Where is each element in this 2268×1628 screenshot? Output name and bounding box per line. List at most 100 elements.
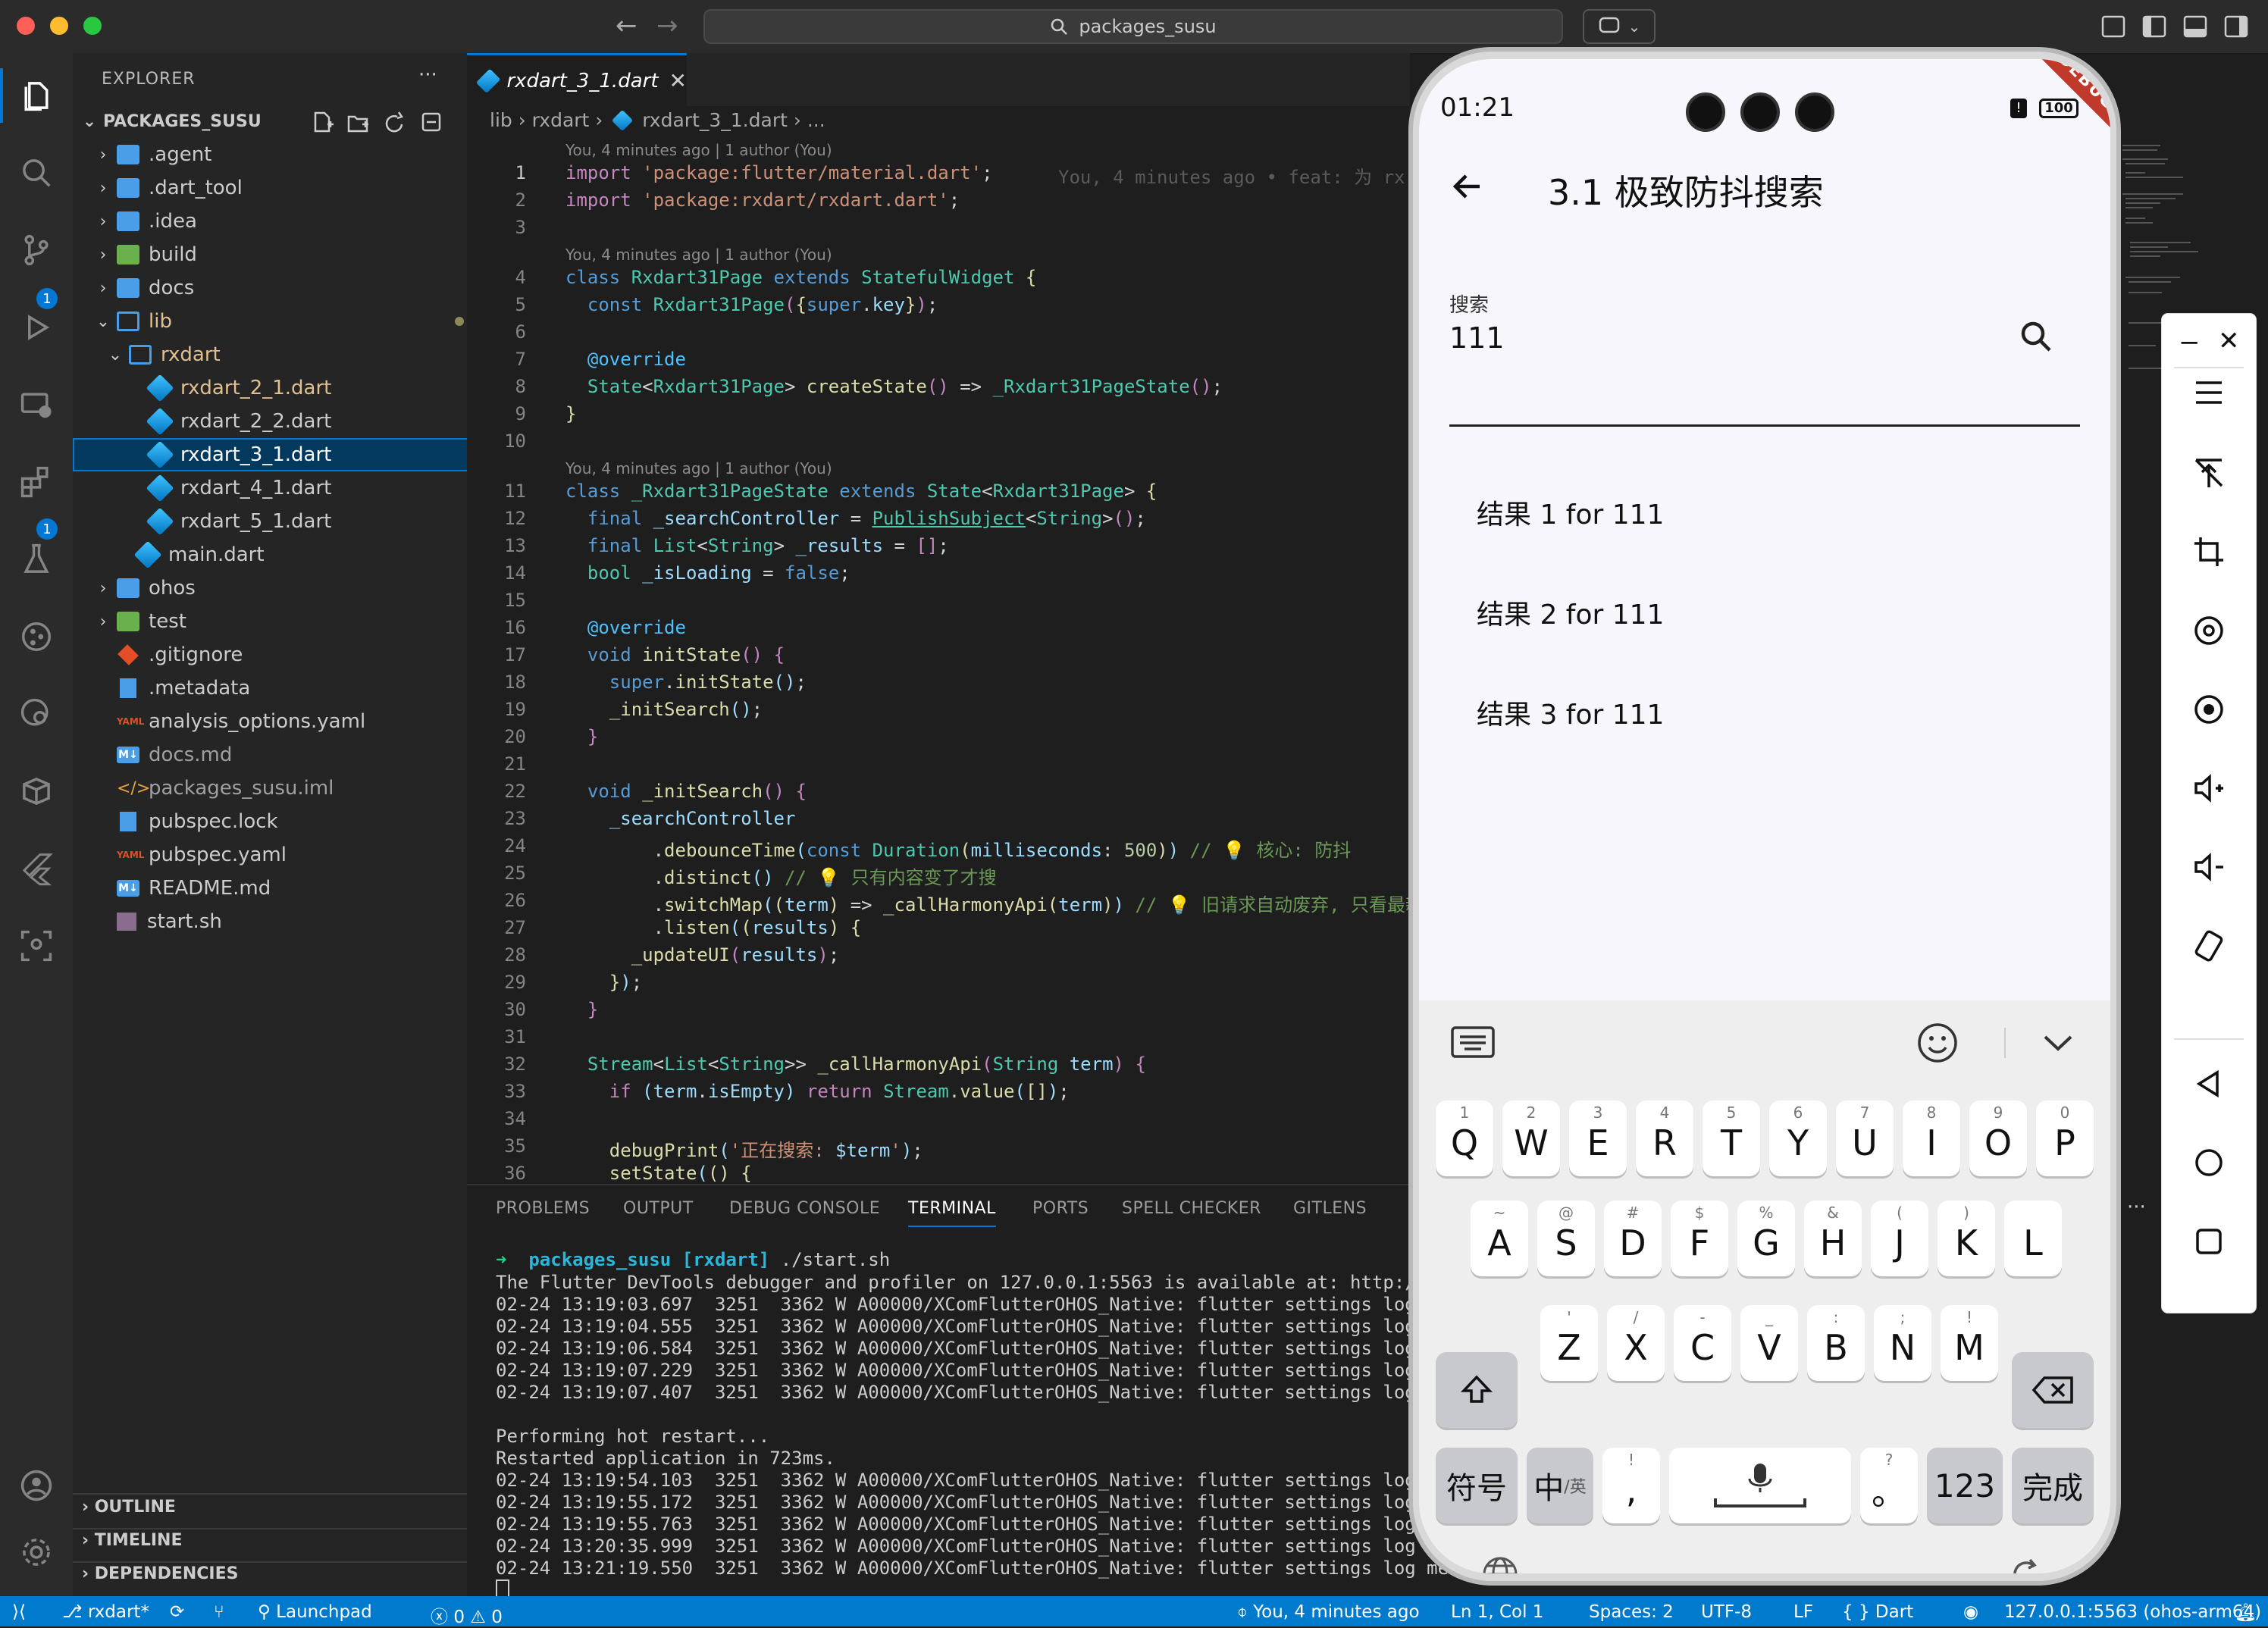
backspace-key[interactable] xyxy=(2012,1352,2094,1428)
keyboard-collapse-chevron-icon[interactable] xyxy=(2041,1028,2075,1061)
rotate-icon[interactable] xyxy=(2007,1555,2045,1573)
git-graph-icon[interactable]: ⑂ xyxy=(214,1602,224,1622)
tree-item-readme[interactable]: M↓ README.md xyxy=(73,872,511,905)
record-icon[interactable] xyxy=(2179,608,2239,653)
period-key[interactable]: ?。 xyxy=(1860,1448,1918,1523)
dependencies-section[interactable]: › DEPENDENCIES xyxy=(82,1564,239,1583)
nav-back-icon[interactable] xyxy=(2179,1061,2239,1107)
tree-item-rxdart[interactable]: ⌄ rxdart xyxy=(73,338,502,371)
blame-status[interactable]: ⌽ You, 4 minutes ago xyxy=(1237,1602,1420,1622)
result-item-1[interactable]: 结果 1 for 111 xyxy=(1477,493,1664,532)
globe-icon[interactable] xyxy=(1481,1555,1519,1573)
key-e[interactable]: 3E xyxy=(1569,1100,1627,1176)
extensions-icon[interactable] xyxy=(15,461,58,503)
tree-item-ohos[interactable]: › ohos xyxy=(73,571,490,605)
tab-problems[interactable]: PROBLEMS xyxy=(496,1199,590,1218)
result-item-3[interactable]: 结果 3 for 111 xyxy=(1477,693,1664,732)
minimize-emulator-icon[interactable]: − xyxy=(2179,327,2201,358)
tree-item-agent[interactable]: › .agent xyxy=(73,138,490,171)
minimize-window-button[interactable] xyxy=(50,17,68,35)
close-window-button[interactable] xyxy=(17,17,35,35)
key-y[interactable]: 6Y xyxy=(1769,1100,1827,1176)
breadcrumb-lib[interactable]: lib xyxy=(490,109,512,131)
language-status[interactable]: { } Dart xyxy=(1842,1602,1913,1622)
key-p[interactable]: 0P xyxy=(2036,1100,2094,1176)
tab-output[interactable]: OUTPUT xyxy=(623,1199,694,1218)
problems-status[interactable]: ⓧ 0 ⚠ 0 xyxy=(431,1602,503,1628)
nav-home-icon[interactable] xyxy=(2179,1140,2239,1185)
nav-recents-icon[interactable] xyxy=(2179,1219,2239,1264)
key-n[interactable]: ; N xyxy=(1874,1305,1931,1381)
testing-flask-icon[interactable] xyxy=(15,538,58,581)
key-m[interactable]: ! M xyxy=(1941,1305,1998,1381)
keyboard-clipboard-icon[interactable] xyxy=(1449,1023,1496,1064)
breadcrumb-rxdart[interactable]: rxdart xyxy=(532,109,590,131)
close-tab-icon[interactable]: ✕ xyxy=(669,68,687,93)
launchpad-status[interactable]: ⚲ Launchpad xyxy=(258,1602,372,1622)
search-icon[interactable] xyxy=(2018,318,2054,358)
code-editor[interactable]: 1 2 3 4 5 6 7 8 9 10 11 12 13 14 15 16 17 18 19 20 21 22 23 24 2… xyxy=(467,141,1410,1184)
run-debug-icon[interactable] xyxy=(15,306,58,349)
encoding-status[interactable]: UTF-8 xyxy=(1701,1602,1752,1622)
key-b[interactable]: :B xyxy=(1807,1305,1865,1381)
numbers-key[interactable]: 123 xyxy=(1927,1448,2003,1523)
device-status[interactable]: 127.0.0.1:5563 (ohos-arm64) xyxy=(2004,1602,2261,1622)
tree-item-start-sh[interactable]: start.sh xyxy=(73,905,511,938)
key-r[interactable]: 4R xyxy=(1636,1100,1693,1176)
crop-icon[interactable] xyxy=(2179,529,2239,574)
tree-item-docs[interactable]: › docs xyxy=(73,271,490,305)
tab-ports[interactable]: PORTS xyxy=(1032,1199,1089,1218)
account-icon[interactable] xyxy=(15,1464,58,1507)
copilot-menu[interactable]: ⌄ xyxy=(1583,9,1656,44)
search-field[interactable]: 搜索 111 xyxy=(1449,279,2080,427)
panel-more-icon[interactable]: ··· xyxy=(2127,1196,2146,1219)
key-j[interactable]: (J xyxy=(1871,1201,1928,1276)
settings-gear-icon[interactable] xyxy=(15,1531,58,1573)
menu-icon[interactable] xyxy=(2179,370,2239,415)
explorer-files-icon[interactable] xyxy=(15,74,58,117)
screenshot-icon[interactable] xyxy=(2179,687,2239,732)
key-l[interactable]: L xyxy=(2004,1201,2062,1276)
tree-item-docs-md[interactable]: M↓ docs.md xyxy=(73,738,511,772)
key-z[interactable]: ' Z xyxy=(1540,1305,1598,1381)
search-icon[interactable] xyxy=(15,152,58,194)
tree-item-dart-tool[interactable]: › .dart_tool xyxy=(73,171,490,205)
tab-gitlens[interactable]: GITLENS xyxy=(1293,1199,1367,1218)
key-t[interactable]: 5T xyxy=(1703,1100,1760,1176)
shift-key[interactable] xyxy=(1436,1352,1518,1428)
rotate-device-icon[interactable] xyxy=(2179,923,2239,969)
key-c[interactable]: -C xyxy=(1674,1305,1731,1381)
tree-item-test[interactable]: › test xyxy=(73,605,490,638)
key-w[interactable]: 2W xyxy=(1502,1100,1560,1176)
key-h[interactable]: & H xyxy=(1804,1201,1862,1276)
back-arrow-icon[interactable] xyxy=(1449,168,1486,208)
unpin-icon[interactable] xyxy=(2179,450,2239,496)
key-g[interactable]: % G xyxy=(1737,1201,1795,1276)
tree-item-pubspec-yaml[interactable]: YAML pubspec.yaml xyxy=(73,838,511,872)
eol-status[interactable]: LF xyxy=(1793,1602,1813,1622)
tree-item-metadata[interactable]: .metadata xyxy=(73,672,511,705)
key-v[interactable]: _ V xyxy=(1740,1305,1798,1381)
tree-item-lib[interactable]: ⌄ lib xyxy=(73,305,490,338)
tree-item-gitignore[interactable]: .gitignore xyxy=(73,638,511,672)
sync-icon[interactable]: ⟳ xyxy=(170,1602,184,1622)
outline-section[interactable]: › OUTLINE xyxy=(82,1498,176,1517)
symbols-key[interactable]: 符号 xyxy=(1436,1448,1518,1523)
screen-inspect-icon[interactable] xyxy=(15,925,58,967)
tree-item-idea[interactable]: › .idea xyxy=(73,205,490,238)
close-emulator-icon[interactable]: ✕ xyxy=(2218,326,2240,356)
volume-down-icon[interactable] xyxy=(2179,844,2239,890)
key-q[interactable]: 1Q xyxy=(1436,1100,1493,1176)
key-f[interactable]: $ F xyxy=(1671,1201,1728,1276)
key-s[interactable]: @ S xyxy=(1537,1201,1595,1276)
search-input[interactable]: 111 xyxy=(1449,321,1505,355)
key-i[interactable]: 8I xyxy=(1903,1100,1960,1176)
more-actions-icon[interactable]: ··· xyxy=(418,64,437,86)
tree-item-build[interactable]: › build xyxy=(73,238,490,271)
notifications-bell-icon[interactable]: 🔔︎ xyxy=(2235,1602,2257,1623)
tree-item-analysis-options[interactable]: YAML analysis_options.yaml xyxy=(73,705,511,738)
source-control-icon[interactable] xyxy=(15,229,58,271)
gitlens-icon[interactable] xyxy=(15,615,58,658)
flutter-icon[interactable] xyxy=(15,847,58,890)
tree-item-iml[interactable]: </> packages_susu.iml xyxy=(73,772,511,805)
